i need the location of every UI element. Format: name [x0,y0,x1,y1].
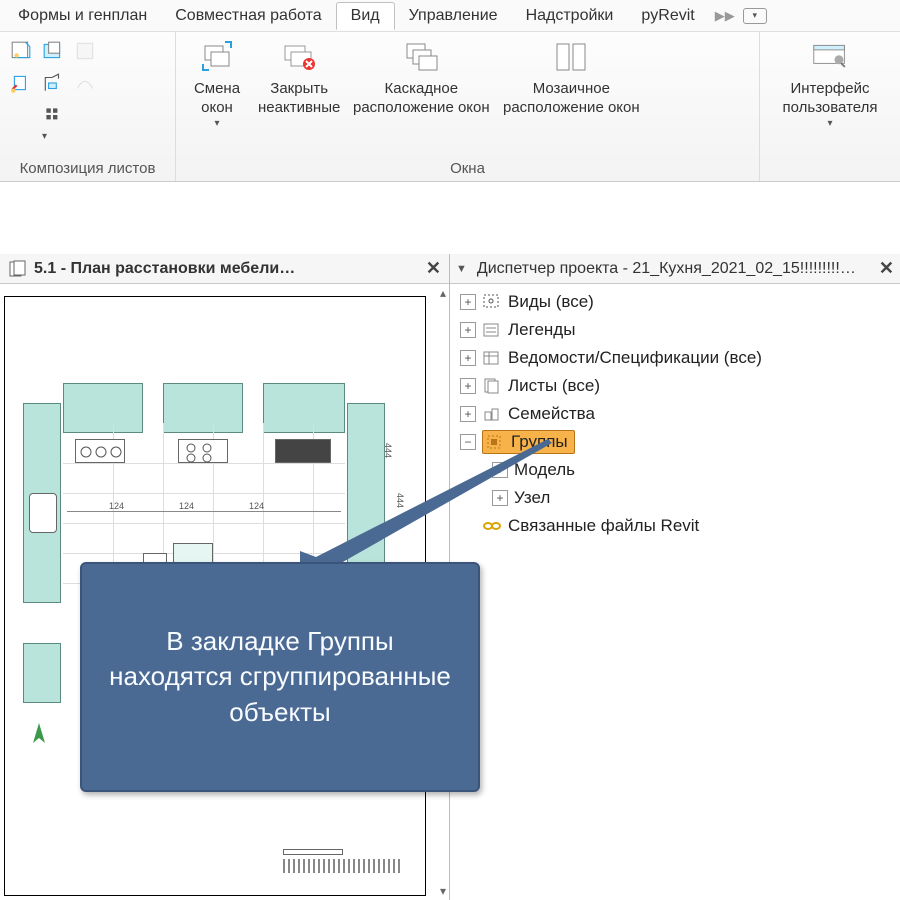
scroll-down-icon[interactable]: ▾ [440,884,446,898]
annotation-callout: В закладке Группы находятся сгруппирован… [80,562,480,792]
tree-label: Листы (все) [508,376,600,396]
close-icon[interactable]: ✕ [879,258,894,279]
expand-icon[interactable]: + [460,350,476,366]
families-icon [482,405,502,423]
panel-options-icon[interactable]: ▼ [456,263,467,275]
tree-item-views[interactable]: + Виды (все) [454,288,896,316]
expand-icon[interactable]: + [460,294,476,310]
switch-windows-icon [199,40,235,76]
tree-item-model[interactable]: + Модель [454,456,896,484]
legends-icon [482,321,502,339]
project-browser-header: ▼ Диспетчер проекта - 21_Кухня_2021_02_1… [450,254,900,284]
ribbon-group-sheet-composition: ▾ Композиция листов [0,32,176,181]
tree-label: Ведомости/Спецификации (все) [508,348,762,368]
tree-item-families[interactable]: + Семейства [454,400,896,428]
tile-windows-button[interactable]: Мозаичное расположение окон [496,36,646,122]
dim-label: 124 [179,501,194,511]
tree-label: Группы [511,432,568,452]
cascade-icon [403,40,439,76]
tile-icon [553,40,589,76]
project-tree: + Виды (все) + Легенды + Ведомости/Специ… [450,284,900,544]
close-icon[interactable]: ✕ [426,258,441,279]
tab-pyrevit[interactable]: pyRevit [627,3,708,29]
tree-label: Связанные файлы Revit [508,516,699,536]
expand-icon[interactable]: + [460,322,476,338]
chevron-down-icon: ▾ [214,118,219,129]
ribbon-minimize-icon[interactable]: ▾ [743,8,767,24]
tree-item-schedules[interactable]: + Ведомости/Спецификации (все) [454,344,896,372]
tree-item-groups[interactable]: − Группы [454,428,896,456]
view-reference-icon[interactable] [10,72,32,94]
expand-icon[interactable]: + [492,462,508,478]
guide-grid-icon[interactable] [42,40,64,62]
scroll-up-icon[interactable]: ▴ [440,286,446,300]
document-icon [8,260,26,278]
tab-addins[interactable]: Надстройки [512,3,628,29]
view-tab-label: 5.1 - План расстановки мебели… [34,260,295,278]
button-label: Интерфейс пользователя [783,80,878,118]
view-tab[interactable]: 5.1 - План расстановки мебели… ✕ [0,254,449,284]
collapse-icon[interactable]: − [460,434,476,450]
tree-item-legends[interactable]: + Легенды [454,316,896,344]
ribbon-group-windows: Смена окон ▾ Закрыть неактивные Каскадно… [176,32,760,181]
expand-placeholder [460,518,476,534]
dim-label: 124 [249,501,264,511]
project-browser: ▼ Диспетчер проекта - 21_Кухня_2021_02_1… [450,254,900,900]
button-label: Смена окон [194,80,240,118]
tab-collaborate[interactable]: Совместная работа [161,3,335,29]
tree-label: Легенды [508,320,575,340]
title-block-icon[interactable]: ▾ [42,104,64,126]
expand-icon[interactable]: + [460,378,476,394]
switch-windows-button[interactable]: Смена окон ▾ [182,36,252,133]
tab-forms[interactable]: Формы и генплан [4,3,161,29]
ui-icon [812,40,848,76]
tree-label: Виды (все) [508,292,594,312]
tab-manage[interactable]: Управление [395,3,512,29]
ribbon-group-label: Композиция листов [6,158,169,179]
viewport-icon[interactable] [42,72,64,94]
sheet-icon[interactable] [10,40,32,62]
tree-item-links[interactable]: Связанные файлы Revit [454,512,896,540]
button-label: Каскадное расположение окон [353,80,490,118]
tree-item-detail[interactable]: + Узел [454,484,896,512]
chevron-down-icon: ▾ [827,118,832,129]
ribbon-tabstrip: Формы и генплан Совместная работа Вид Уп… [0,0,900,32]
close-inactive-icon [281,40,317,76]
user-interface-button[interactable]: Интерфейс пользователя ▾ [777,36,884,133]
sheet-composition-buttons: ▾ [6,36,106,136]
cascade-windows-button[interactable]: Каскадное расположение окон [346,36,496,122]
ribbon-group-label [766,175,894,179]
dim-label: 124 [109,501,124,511]
matchline-icon [74,40,96,62]
tree-label: Модель [514,460,575,480]
tab-view[interactable]: Вид [336,2,395,30]
tree-item-sheets[interactable]: + Листы (все) [454,372,896,400]
expand-icon[interactable]: + [460,406,476,422]
ribbon-group-label: Окна [182,158,753,179]
ribbon-group-ui: Интерфейс пользователя ▾ [760,32,900,181]
views-icon [482,293,502,311]
button-label: Мозаичное расположение окон [503,80,640,118]
expand-icon[interactable]: + [492,490,508,506]
tree-label: Узел [514,488,550,508]
groups-icon [485,433,505,451]
revision-icon [74,72,96,94]
tree-label: Семейства [508,404,595,424]
project-browser-title: Диспетчер проекта - 21_Кухня_2021_02_15!… [477,260,856,278]
sheets-icon [482,377,502,395]
dim-label: 444 [383,443,393,458]
ribbon-panel: ▾ Композиция листов Смена окон ▾ Закрыть… [0,32,900,182]
callout-text: В закладке Группы находятся сгруппирован… [102,624,458,729]
close-inactive-button[interactable]: Закрыть неактивные [252,36,346,122]
links-icon [482,517,502,535]
button-label: Закрыть неактивные [258,80,340,118]
tab-overflow-icon[interactable]: ▶▶ [715,8,735,24]
schedules-icon [482,349,502,367]
dim-label: 444 [395,493,405,508]
